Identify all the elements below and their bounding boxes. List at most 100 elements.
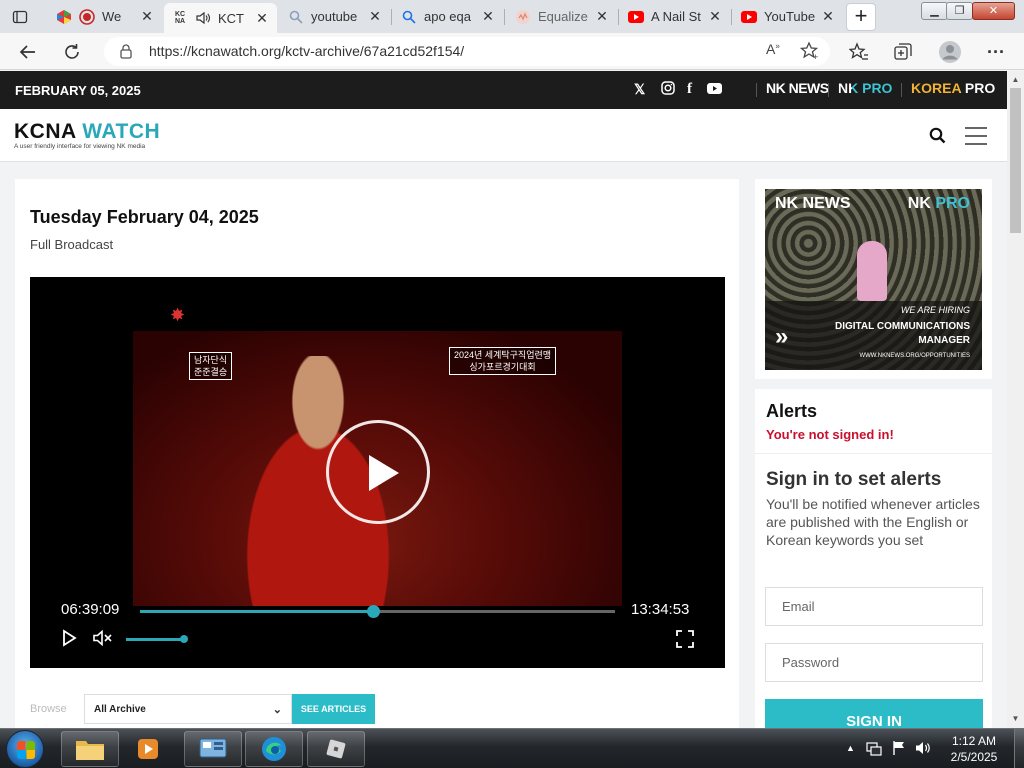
browser-tab-6[interactable]: A Nail St ✕: [620, 2, 730, 31]
system-clock[interactable]: 1:12 AM 2/5/2025: [940, 733, 1008, 765]
archive-select[interactable]: All Archive ⌄: [84, 694, 292, 724]
browser-tab-2-active[interactable]: KC NA KCT ✕: [164, 3, 277, 33]
password-field[interactable]: Password: [765, 643, 983, 682]
read-aloud-icon[interactable]: A»: [766, 41, 780, 57]
close-tab-icon[interactable]: ✕: [595, 8, 609, 25]
youtube-icon[interactable]: [707, 81, 722, 97]
browser-tab-1[interactable]: We ✕: [48, 2, 162, 31]
nk-news-link[interactable]: NK NEWS: [766, 80, 829, 96]
windows-taskbar: ▲ 1:12 AM 2/5/2025: [0, 728, 1024, 768]
close-tab-icon[interactable]: ✕: [368, 8, 382, 25]
browser-tab-3[interactable]: youtube ✕: [280, 2, 390, 31]
browser-toolbar: https://kcnawatch.org/kctv-archive/67a21…: [0, 33, 1024, 70]
action-center-flag-icon[interactable]: [891, 740, 907, 759]
close-tab-icon[interactable]: ✕: [140, 8, 154, 25]
play-icon: [63, 629, 77, 647]
fullscreen-button[interactable]: [675, 629, 695, 654]
see-articles-button[interactable]: SEE ARTICLES: [292, 694, 375, 724]
email-field[interactable]: Email: [765, 587, 983, 626]
tab-actions-icon: [12, 10, 28, 24]
x-twitter-icon[interactable]: 𝕏: [634, 81, 645, 98]
restore-button[interactable]: ❐: [946, 2, 973, 20]
logo-kcna: KCNA: [14, 120, 76, 143]
taskbar-control-panel[interactable]: [184, 731, 242, 767]
collections-button[interactable]: [890, 39, 916, 65]
close-tab-icon[interactable]: ✕: [708, 8, 722, 25]
hamburger-menu-icon[interactable]: [965, 127, 987, 150]
roblox-icon: [326, 739, 346, 759]
tab-actions-menu-button[interactable]: [9, 6, 31, 28]
scroll-down-icon[interactable]: ▼: [1010, 714, 1021, 723]
new-tab-button[interactable]: +: [846, 3, 876, 31]
start-button[interactable]: [6, 730, 44, 768]
youtube-icon: [741, 9, 757, 25]
alerts-card: Alerts You're not signed in! Sign in to …: [755, 389, 992, 739]
folder-icon: [76, 741, 104, 760]
nk-pro-link[interactable]: NK PRO: [838, 80, 892, 96]
favorites-icon: [849, 42, 868, 60]
close-tab-icon[interactable]: ✕: [481, 8, 495, 25]
korea-pro-label: KOREA PRO: [911, 80, 996, 96]
fullscreen-icon: [676, 630, 694, 648]
chevron-down-icon: ⌄: [272, 704, 282, 716]
add-favorite-icon[interactable]: +: [799, 41, 820, 66]
taskbar-media-player[interactable]: [123, 731, 173, 767]
tab-separator: [731, 9, 732, 25]
show-hidden-icons[interactable]: ▲: [846, 743, 855, 753]
minimize-button[interactable]: ▁: [921, 2, 948, 20]
volume-handle[interactable]: [180, 635, 188, 643]
big-play-button[interactable]: [326, 420, 430, 524]
taskbar-file-explorer[interactable]: [61, 731, 119, 767]
page-scrollbar[interactable]: ▲ ▼: [1007, 71, 1024, 728]
volume-slider[interactable]: [126, 638, 185, 641]
not-signed-in-warning: You're not signed in!: [766, 427, 894, 442]
search-icon[interactable]: [929, 127, 946, 149]
taskbar-roblox[interactable]: [307, 731, 365, 767]
back-button[interactable]: [15, 39, 41, 65]
lock-icon[interactable]: [119, 43, 133, 64]
nk-news-hiring-ad[interactable]: NK NEWS NK PRO » WE ARE HIRING DIGITAL C…: [765, 189, 982, 370]
settings-more-button[interactable]: ···: [983, 39, 1009, 65]
close-tab-icon[interactable]: ✕: [255, 10, 269, 27]
network-icon[interactable]: [866, 740, 882, 759]
profile-button[interactable]: [937, 39, 963, 65]
seek-bar[interactable]: [140, 605, 615, 618]
scrollbar-thumb[interactable]: [1010, 88, 1021, 233]
close-tab-icon[interactable]: ✕: [821, 8, 835, 25]
scroll-up-icon[interactable]: ▲: [1010, 75, 1021, 84]
seek-handle[interactable]: [366, 605, 380, 618]
favorites-button[interactable]: [846, 39, 872, 65]
ad-nk-pro-logo: NK PRO: [908, 195, 970, 213]
youtube-icon: [628, 9, 644, 25]
signin-heading: Sign in to set alerts: [766, 469, 942, 490]
facebook-icon[interactable]: f: [687, 81, 692, 98]
tab-title: A Nail St: [651, 9, 701, 24]
record-icon: [79, 8, 95, 25]
broadcast-date-heading: Tuesday February 04, 2025: [30, 207, 259, 227]
control-panel-icon: [199, 738, 227, 758]
korea-pro-link[interactable]: KOREA PRO: [911, 80, 995, 96]
mute-button[interactable]: [92, 629, 114, 652]
alerts-heading: Alerts: [766, 401, 818, 421]
duration: 13:34:53: [631, 601, 690, 618]
reload-icon: [65, 44, 79, 59]
speaker-icon[interactable]: [195, 10, 211, 26]
close-window-button[interactable]: ✕: [972, 2, 1015, 20]
taskbar-edge[interactable]: [245, 731, 303, 767]
address-bar[interactable]: https://kcnawatch.org/kctv-archive/67a21…: [104, 37, 830, 66]
browser-tab-4[interactable]: apo eqa ✕: [393, 2, 503, 31]
video-player[interactable]: ✸ 남자단식 준준결승 2024년 세계탁구직업련맹 싱가포르경기대회 06:3…: [30, 277, 725, 668]
tab-title: youtube: [311, 9, 358, 24]
instagram-icon[interactable]: [661, 81, 675, 98]
current-time: 06:39:09: [61, 601, 120, 618]
reload-button[interactable]: [59, 39, 85, 65]
play-button[interactable]: [61, 629, 77, 652]
browser-tab-7[interactable]: YouTube ✕: [733, 2, 843, 31]
equalizer-icon: [515, 9, 531, 25]
tab-title: We: [102, 9, 122, 24]
browser-tab-5[interactable]: Equalize ✕: [507, 2, 617, 31]
volume-tray-icon[interactable]: [915, 740, 932, 759]
nk-pro-label: NK PRO: [838, 80, 893, 96]
show-desktop-button[interactable]: [1014, 729, 1024, 768]
kcna-watch-logo[interactable]: KCNA WATCH: [14, 120, 160, 144]
